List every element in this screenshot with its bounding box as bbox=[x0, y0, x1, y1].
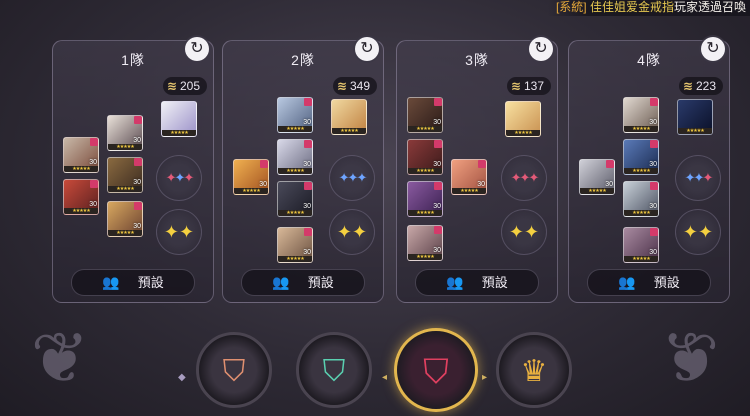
hero-portrait[interactable]: 30 ★★★★★ bbox=[277, 227, 313, 263]
preset-label: 預設 bbox=[137, 275, 164, 290]
pet-portrait[interactable]: ★★★★★ bbox=[331, 99, 367, 135]
hero-portrait[interactable]: 30 ★★★★★ bbox=[451, 159, 487, 195]
pet-slot[interactable]: ✦✦✦ bbox=[156, 155, 202, 201]
hero-portrait[interactable]: 30 ★★★★★ bbox=[63, 179, 99, 215]
hero-portrait[interactable]: 30 ★★★★★ bbox=[63, 137, 99, 173]
selection-arrow-left: ◂ bbox=[382, 372, 388, 383]
party-members-icon: 👥 bbox=[446, 274, 464, 290]
pet-portrait[interactable]: ★★★★★ bbox=[161, 101, 197, 137]
hero-portrait[interactable]: 30 ★★★★★ bbox=[623, 227, 659, 263]
hero-portrait[interactable]: 30 ★★★★★ bbox=[277, 97, 313, 133]
preset-button[interactable]: 👥 預設 bbox=[241, 269, 365, 296]
banner-tag: [系統] bbox=[555, 0, 587, 14]
refresh-icon[interactable]: ↻ bbox=[529, 37, 553, 61]
pet-portrait[interactable]: ★★★★★ bbox=[677, 99, 713, 135]
power-value: 223 bbox=[695, 79, 716, 93]
refresh-icon[interactable]: ↻ bbox=[355, 37, 379, 61]
relic-slot[interactable]: ✦✦ bbox=[329, 209, 375, 255]
gold-crown-emblem[interactable]: ♛ bbox=[496, 332, 572, 408]
preset-label: 預設 bbox=[481, 275, 508, 290]
wing-ornament-right: ❦ bbox=[660, 319, 720, 397]
pet-slot[interactable]: ✦✦✦ bbox=[329, 155, 375, 201]
preset-button[interactable]: 👥 預設 bbox=[587, 269, 711, 296]
team-panel-3[interactable]: 3隊 ↻ ≋ 137 30 ★★★★★ 30 ★★★★★ 30 ★★★★★ 30 ★★★★… bbox=[396, 37, 558, 303]
team-panel-1[interactable]: 1隊 ↻ ≋ 205 30 ★★★★★ 30 ★★★★★ 30 ★★★★★ 30 ★★★★… bbox=[52, 37, 214, 303]
team-panel-4[interactable]: 4隊 ↻ ≋ 223 30 ★★★★★ 30 ★★★★★ 30 ★★★★★ 30 ★★★★… bbox=[568, 37, 730, 303]
combat-power-icon: ≋ bbox=[336, 79, 347, 93]
bronze-shield-emblem[interactable]: ⛉ bbox=[196, 332, 272, 408]
hero-portrait[interactable]: 30 ★★★★★ bbox=[407, 97, 443, 133]
power-value: 349 bbox=[349, 79, 370, 93]
hero-portrait[interactable]: 30 ★★★★★ bbox=[407, 181, 443, 217]
combat-power-badge: ≋ 223 bbox=[678, 77, 723, 95]
hero-portrait[interactable]: 30 ★★★★★ bbox=[407, 139, 443, 175]
power-value: 137 bbox=[523, 79, 544, 93]
party-members-icon: 👥 bbox=[272, 274, 290, 290]
relic-slot[interactable]: ✦✦ bbox=[501, 209, 547, 255]
combat-power-icon: ≋ bbox=[510, 79, 521, 93]
pet-slot[interactable]: ✦✦✦ bbox=[675, 155, 721, 201]
party-members-icon: 👥 bbox=[618, 274, 636, 290]
hero-portrait[interactable]: 30 ★★★★★ bbox=[623, 181, 659, 217]
hero-portrait[interactable]: 30 ★★★★★ bbox=[107, 201, 143, 237]
preset-button[interactable]: 👥 預設 bbox=[71, 269, 195, 296]
banner-text: 玩家透過召喚 bbox=[673, 0, 746, 14]
combat-power-icon: ≋ bbox=[682, 79, 693, 93]
pet-slot[interactable]: ✦✦✦ bbox=[501, 155, 547, 201]
preset-label: 預設 bbox=[653, 275, 680, 290]
combat-power-badge: ≋ 205 bbox=[162, 77, 207, 95]
preset-label: 預設 bbox=[307, 275, 334, 290]
hero-portrait[interactable]: 30 ★★★★★ bbox=[277, 139, 313, 175]
relic-slot[interactable]: ✦✦ bbox=[156, 209, 202, 255]
hero-portrait[interactable]: 30 ★★★★★ bbox=[623, 139, 659, 175]
relic-slot[interactable]: ✦✦ bbox=[675, 209, 721, 255]
pet-portrait[interactable]: ★★★★★ bbox=[505, 101, 541, 137]
system-message-banner: [系統] 佳佳姐爱金戒指玩家透過召喚 bbox=[547, 0, 750, 16]
hero-portrait[interactable]: 30 ★★★★★ bbox=[277, 181, 313, 217]
combat-power-icon: ≋ bbox=[166, 79, 177, 93]
hero-portrait[interactable]: 30 ★★★★★ bbox=[623, 97, 659, 133]
refresh-icon[interactable]: ↻ bbox=[701, 37, 725, 61]
refresh-icon[interactable]: ↻ bbox=[185, 37, 209, 61]
combat-power-badge: ≋ 137 bbox=[506, 77, 551, 95]
ornament-dot: ◆ bbox=[178, 372, 186, 383]
hero-portrait[interactable]: 30 ★★★★★ bbox=[233, 159, 269, 195]
jade-shield-emblem[interactable]: ⛉ bbox=[296, 332, 372, 408]
hero-portrait[interactable]: 30 ★★★★★ bbox=[579, 159, 615, 195]
combat-power-badge: ≋ 349 bbox=[332, 77, 377, 95]
party-members-icon: 👥 bbox=[102, 274, 120, 290]
power-value: 205 bbox=[179, 79, 200, 93]
hero-portrait[interactable]: 30 ★★★★★ bbox=[107, 157, 143, 193]
preset-button[interactable]: 👥 預設 bbox=[415, 269, 539, 296]
banner-player-name: 佳佳姐爱金戒指 bbox=[589, 0, 674, 14]
hero-portrait[interactable]: 30 ★★★★★ bbox=[407, 225, 443, 261]
wing-ornament-left: ❦ bbox=[30, 319, 90, 397]
crimson-shield-emblem[interactable]: ⛉ bbox=[394, 328, 478, 412]
selection-arrow-right: ▸ bbox=[482, 372, 488, 383]
hero-portrait[interactable]: 30 ★★★★★ bbox=[107, 115, 143, 151]
team-panel-2[interactable]: 2隊 ↻ ≋ 349 30 ★★★★★ 30 ★★★★★ 30 ★★★★★ 30 ★★★★… bbox=[222, 37, 384, 303]
